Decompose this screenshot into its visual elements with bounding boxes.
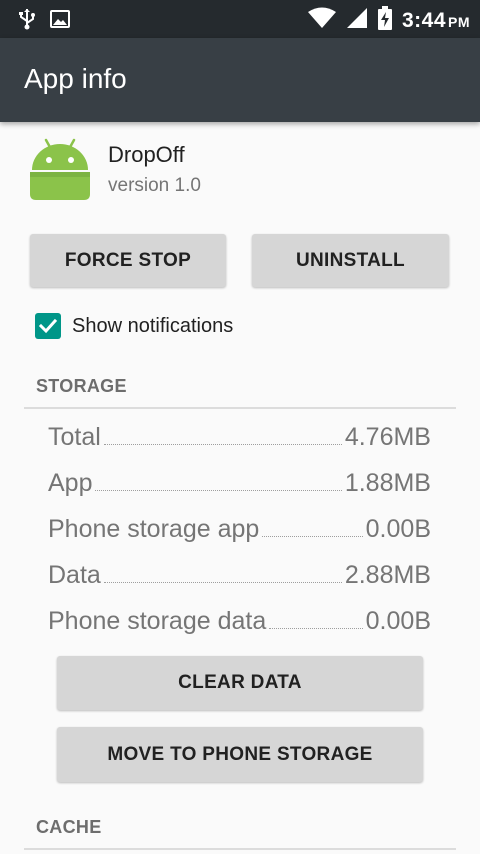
clear-data-button[interactable]: CLEAR DATA (57, 656, 423, 710)
force-stop-button[interactable]: FORCE STOP (30, 234, 226, 287)
storage-row-data: Data 2.88MB (48, 561, 431, 597)
cell-signal-icon (346, 7, 368, 34)
storage-divider (24, 407, 456, 409)
move-to-phone-storage-button[interactable]: MOVE TO PHONE STORAGE (57, 727, 423, 782)
clock: 3:44 PM (402, 9, 470, 33)
usb-icon (18, 8, 36, 35)
wifi-icon (307, 7, 336, 34)
storage-row-label: Phone storage data (48, 607, 267, 635)
app-version: version 1.0 (108, 175, 201, 196)
show-notifications-checkbox[interactable] (35, 313, 61, 339)
cache-divider (24, 848, 456, 850)
battery-charging-icon (377, 6, 392, 35)
clock-time: 3:44 (401, 8, 446, 32)
dotted-leader (103, 430, 342, 445)
storage-row-label: App (48, 469, 93, 497)
storage-row-value: 2.88MB (344, 561, 431, 589)
app-bar: App info (0, 38, 480, 122)
storage-row-label: Total (48, 423, 101, 451)
dotted-leader (262, 522, 363, 537)
page-title: App info (24, 63, 127, 94)
storage-row-phone-storage-app: Phone storage app 0.00B (48, 515, 431, 551)
storage-row-phone-storage-data: Phone storage data 0.00B (48, 607, 431, 643)
storage-section-header: STORAGE (36, 376, 127, 396)
clock-ampm: PM (448, 13, 470, 30)
storage-row-total: Total 4.76MB (48, 423, 431, 459)
show-notifications-label: Show notifications (72, 314, 234, 337)
show-notifications-row[interactable]: Show notifications (35, 313, 233, 339)
status-bar: 3:44 PM (0, 0, 480, 38)
image-icon (50, 10, 70, 33)
storage-row-label: Phone storage app (48, 515, 260, 543)
storage-row-app: App 1.88MB (48, 469, 431, 505)
dotted-leader (269, 614, 363, 629)
app-name: DropOff (108, 142, 185, 167)
storage-row-label: Data (48, 561, 101, 589)
dotted-leader (95, 476, 342, 491)
uninstall-button[interactable]: UNINSTALL (252, 234, 449, 287)
cache-section-header: CACHE (36, 817, 102, 837)
dotted-leader (103, 568, 342, 583)
storage-row-value: 4.76MB (344, 423, 431, 451)
checkmark-icon (38, 318, 58, 334)
storage-row-value: 0.00B (365, 515, 431, 543)
storage-row-value: 1.88MB (344, 469, 431, 497)
android-icon (30, 138, 90, 205)
storage-row-value: 0.00B (365, 607, 431, 635)
